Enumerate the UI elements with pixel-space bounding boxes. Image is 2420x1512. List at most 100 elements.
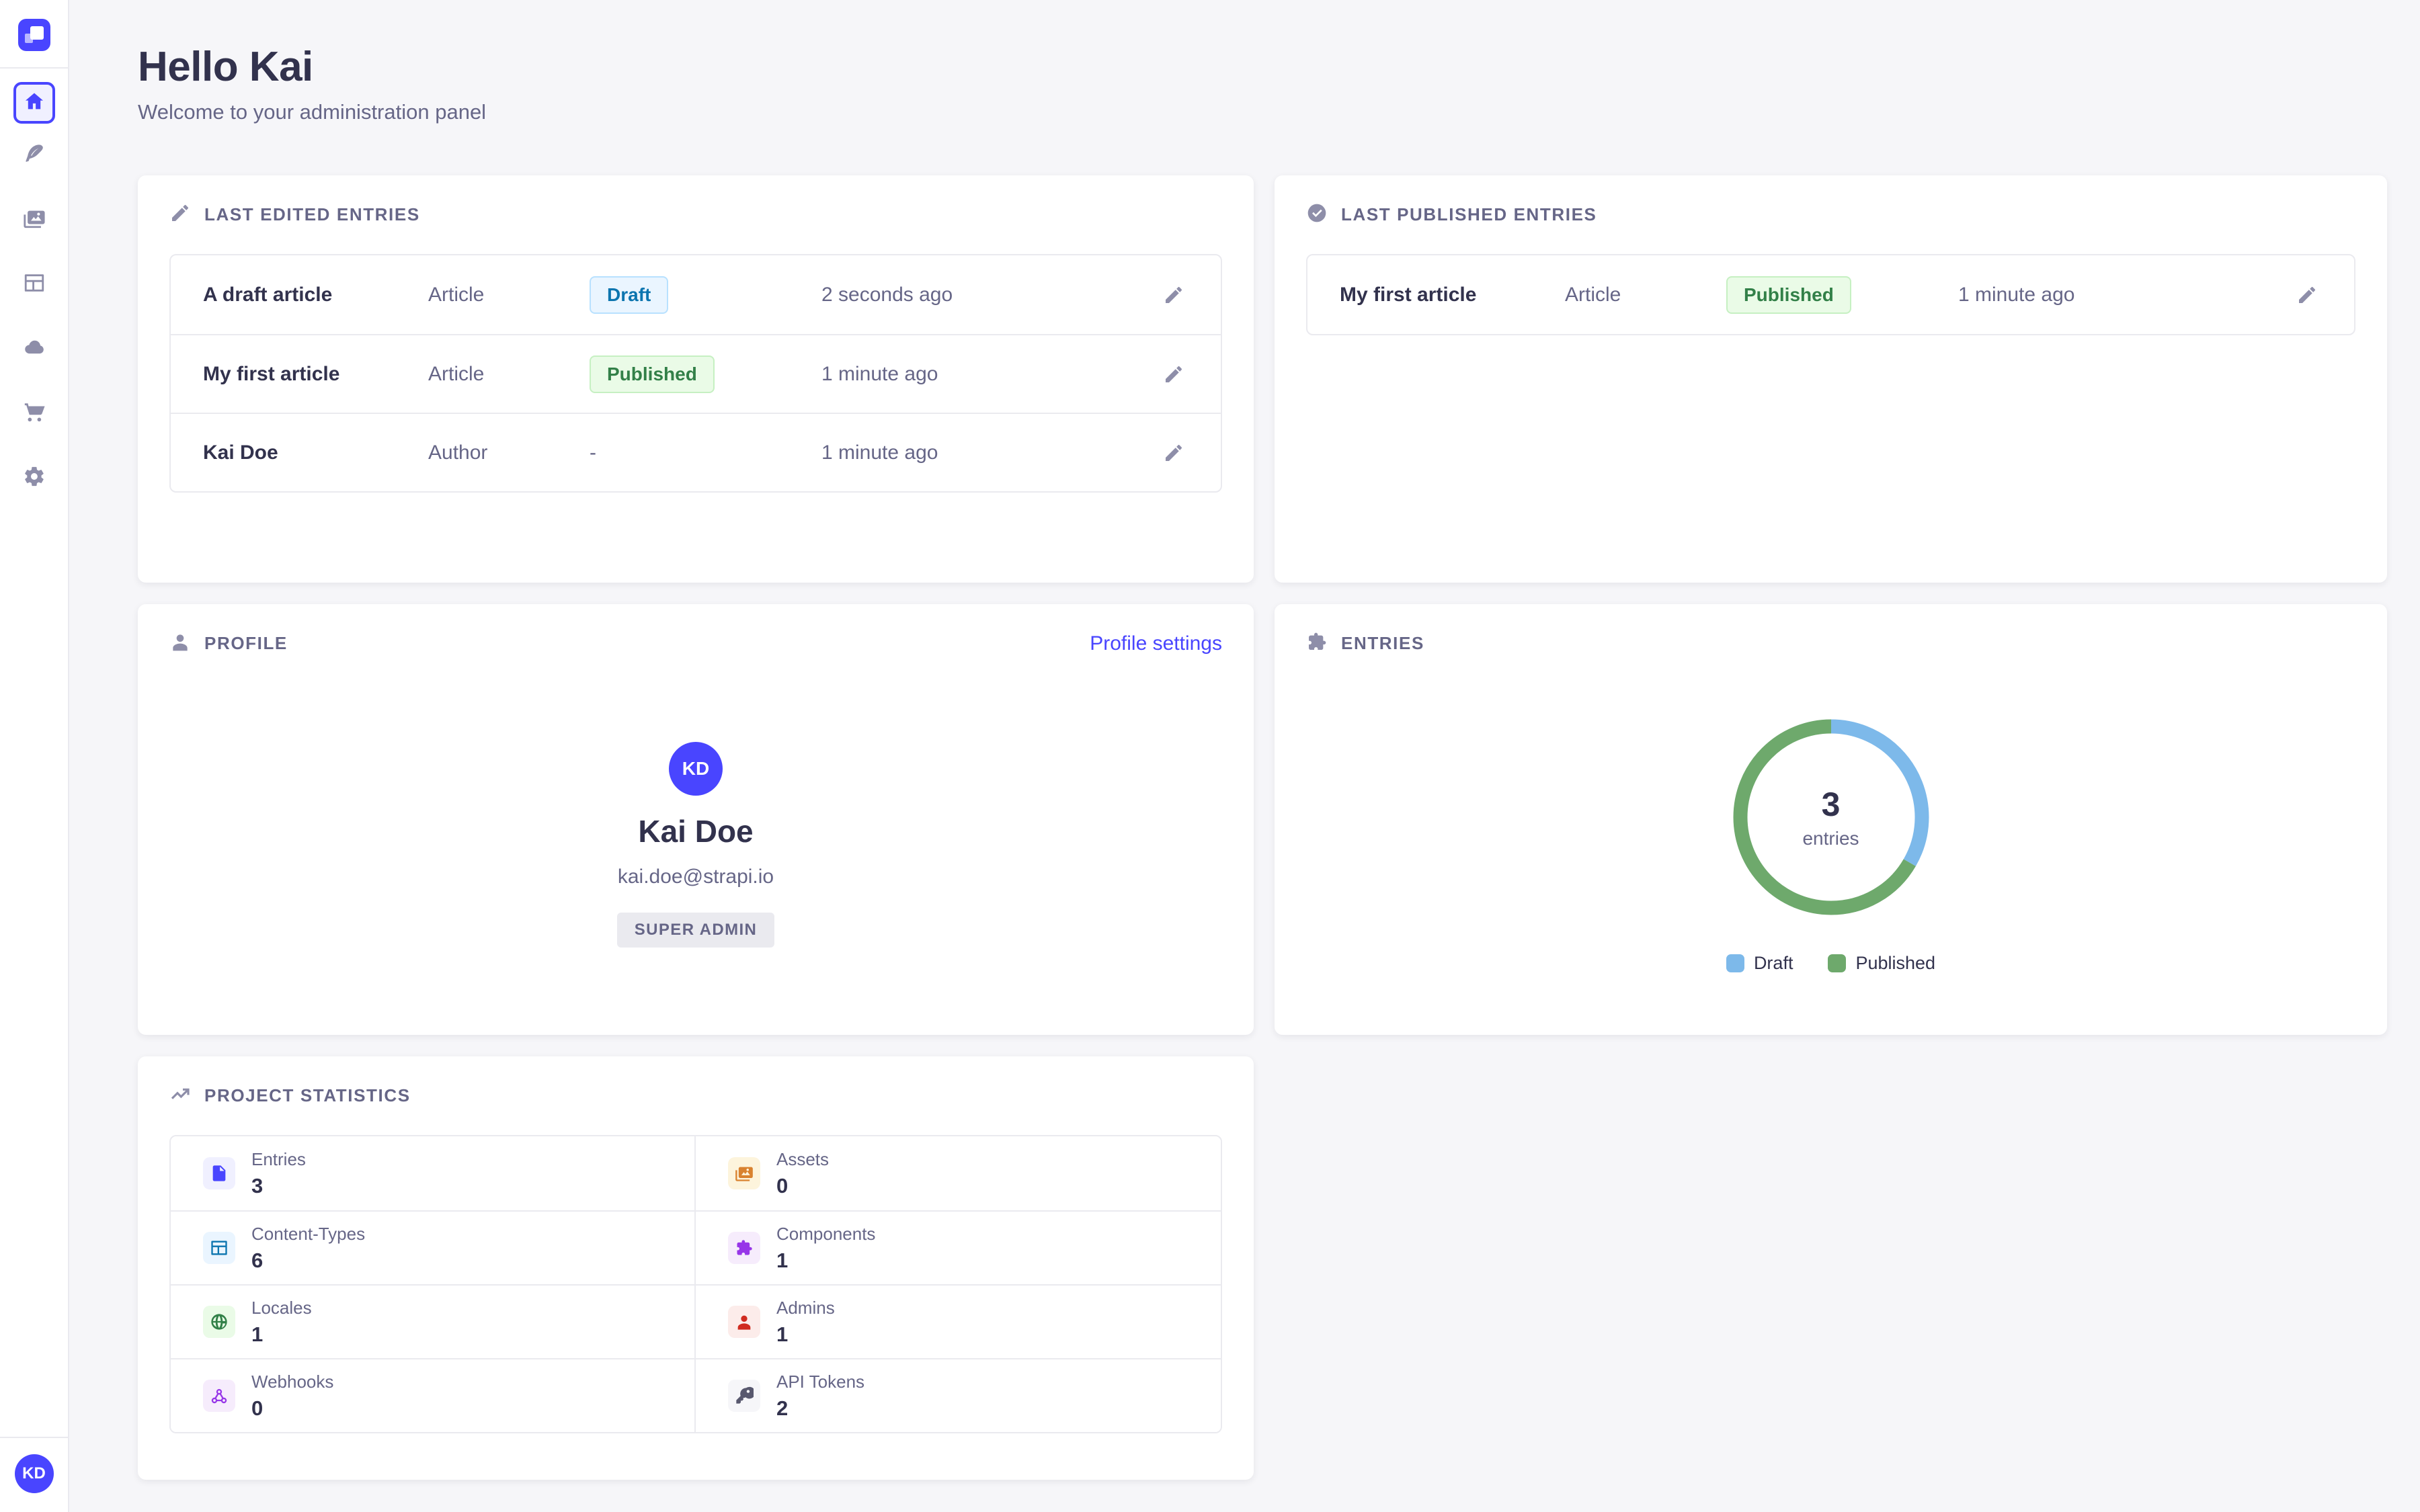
edit-entry-button[interactable]	[2292, 280, 2322, 310]
check-circle-icon	[1306, 202, 1328, 227]
globe-icon	[203, 1306, 235, 1338]
sidebar-divider	[0, 67, 69, 69]
entry-name: My first article	[1340, 284, 1565, 306]
entry-type: Author	[428, 442, 590, 464]
stat-components: Components 1	[696, 1210, 1221, 1284]
gear-icon	[23, 465, 46, 491]
stat-label: Admins	[776, 1298, 835, 1318]
card-entries-chart: ENTRIES 3 entries Draft	[1275, 604, 2387, 1035]
status-empty: -	[590, 442, 821, 464]
status-badge: Draft	[590, 276, 668, 314]
stat-assets: Assets0	[696, 1136, 1221, 1210]
entry-time: 1 minute ago	[1958, 284, 2241, 306]
table-row: A draft article Article Draft 2 seconds …	[171, 255, 1221, 334]
card-title: LAST EDITED ENTRIES	[204, 204, 420, 225]
legend-label: Draft	[1754, 953, 1793, 974]
table-row: My first article Article Published 1 min…	[171, 334, 1221, 413]
stat-label: Assets	[776, 1149, 829, 1170]
puzzle-icon	[1306, 631, 1328, 656]
sidebar-item-media-library[interactable]	[13, 199, 55, 241]
stat-label: API Tokens	[776, 1372, 864, 1392]
entry-name: A draft article	[203, 284, 428, 306]
legend-swatch-published	[1828, 954, 1846, 972]
stat-value: 0	[251, 1396, 333, 1421]
cloud-icon	[23, 336, 46, 362]
strapi-logo-glyph-shade	[25, 34, 33, 43]
stat-label: Webhooks	[251, 1372, 333, 1392]
entry-type: Article	[428, 363, 590, 386]
sidebar-item-settings[interactable]	[13, 457, 55, 499]
main-content: Hello Kai Welcome to your administration…	[71, 0, 2420, 1480]
stat-value: 3	[251, 1174, 306, 1198]
legend-label: Published	[1855, 953, 1935, 974]
edit-entry-button[interactable]	[1159, 280, 1188, 310]
feather-icon	[23, 142, 46, 169]
legend-item-published: Published	[1828, 953, 1935, 974]
chart-legend: Draft Published	[1726, 953, 1935, 974]
sidebar: KD	[0, 0, 69, 1512]
stat-content-types: Content-Types 6	[171, 1210, 696, 1284]
entry-name: Kai Doe	[203, 442, 428, 464]
layout-icon	[203, 1232, 235, 1264]
stat-value: 6	[251, 1249, 365, 1273]
profile-name: Kai Doe	[638, 813, 753, 849]
stat-value: 1	[776, 1322, 835, 1347]
user-avatar[interactable]: KD	[15, 1454, 54, 1493]
last-published-table: My first article Article Published 1 min…	[1306, 254, 2355, 335]
card-last-published-entries: LAST PUBLISHED ENTRIES My first article …	[1275, 175, 2387, 583]
layout-icon	[23, 271, 46, 298]
last-edited-table: A draft article Article Draft 2 seconds …	[169, 254, 1222, 493]
stat-label: Entries	[251, 1149, 306, 1170]
entries-donut-chart: 3 entries	[1730, 716, 1932, 918]
edit-entry-button[interactable]	[1159, 360, 1188, 389]
sidebar-item-content-type-builder[interactable]	[13, 263, 55, 305]
stat-label: Locales	[251, 1298, 312, 1318]
pencil-icon	[169, 202, 191, 227]
cart-icon	[23, 401, 46, 427]
page-subtitle: Welcome to your administration panel	[138, 100, 2387, 124]
legend-swatch-draft	[1726, 954, 1744, 972]
sidebar-item-cloud[interactable]	[13, 328, 55, 370]
stat-value: 1	[776, 1249, 875, 1273]
edit-entry-button[interactable]	[1159, 438, 1188, 468]
sidebar-item-content-manager[interactable]	[13, 134, 55, 176]
stat-value: 2	[776, 1396, 864, 1421]
status-badge: Published	[1726, 276, 1851, 314]
file-icon	[203, 1157, 235, 1189]
sidebar-item-marketplace[interactable]	[13, 392, 55, 434]
donut-total: 3	[1822, 785, 1841, 824]
stat-label: Components	[776, 1224, 875, 1245]
profile-email: kai.doe@strapi.io	[618, 866, 774, 888]
stat-value: 1	[251, 1322, 312, 1347]
card-title: LAST PUBLISHED ENTRIES	[1341, 204, 1597, 225]
role-badge: SUPER ADMIN	[617, 913, 775, 948]
entry-name: My first article	[203, 363, 428, 386]
card-title: PROFILE	[204, 633, 288, 654]
donut-total-label: entries	[1802, 828, 1859, 849]
avatar: KD	[669, 742, 723, 796]
entry-time: 1 minute ago	[821, 442, 1104, 464]
webhook-icon	[203, 1380, 235, 1412]
table-row: My first article Article Published 1 min…	[1307, 255, 2354, 334]
stat-api-tokens: API Tokens 2	[696, 1358, 1221, 1432]
card-last-edited-entries: LAST EDITED ENTRIES A draft article Arti…	[138, 175, 1254, 583]
puzzle-icon	[728, 1232, 760, 1264]
status-badge: Published	[590, 355, 715, 393]
strapi-logo[interactable]	[18, 19, 50, 51]
profile-settings-link[interactable]: Profile settings	[1090, 632, 1222, 655]
entry-time: 2 seconds ago	[821, 284, 1104, 306]
card-profile: PROFILE Profile settings KD Kai Doe kai.…	[138, 604, 1254, 1035]
card-title: PROJECT STATISTICS	[204, 1085, 411, 1106]
person-icon	[169, 631, 191, 656]
stat-label: Content-Types	[251, 1224, 365, 1245]
card-project-statistics: PROJECT STATISTICS Entries3 Assets0 Cont…	[138, 1056, 1254, 1480]
person-icon	[728, 1306, 760, 1338]
stat-locales: Locales 1	[171, 1284, 696, 1358]
entry-type: Article	[428, 284, 590, 306]
sidebar-item-home[interactable]	[13, 82, 55, 124]
stat-entries: Entries 3	[171, 1136, 696, 1210]
sidebar-footer: KD	[0, 1437, 69, 1512]
table-row: Kai Doe Author - 1 minute ago	[171, 413, 1221, 491]
card-title: ENTRIES	[1341, 633, 1424, 654]
entry-type: Article	[1565, 284, 1726, 306]
